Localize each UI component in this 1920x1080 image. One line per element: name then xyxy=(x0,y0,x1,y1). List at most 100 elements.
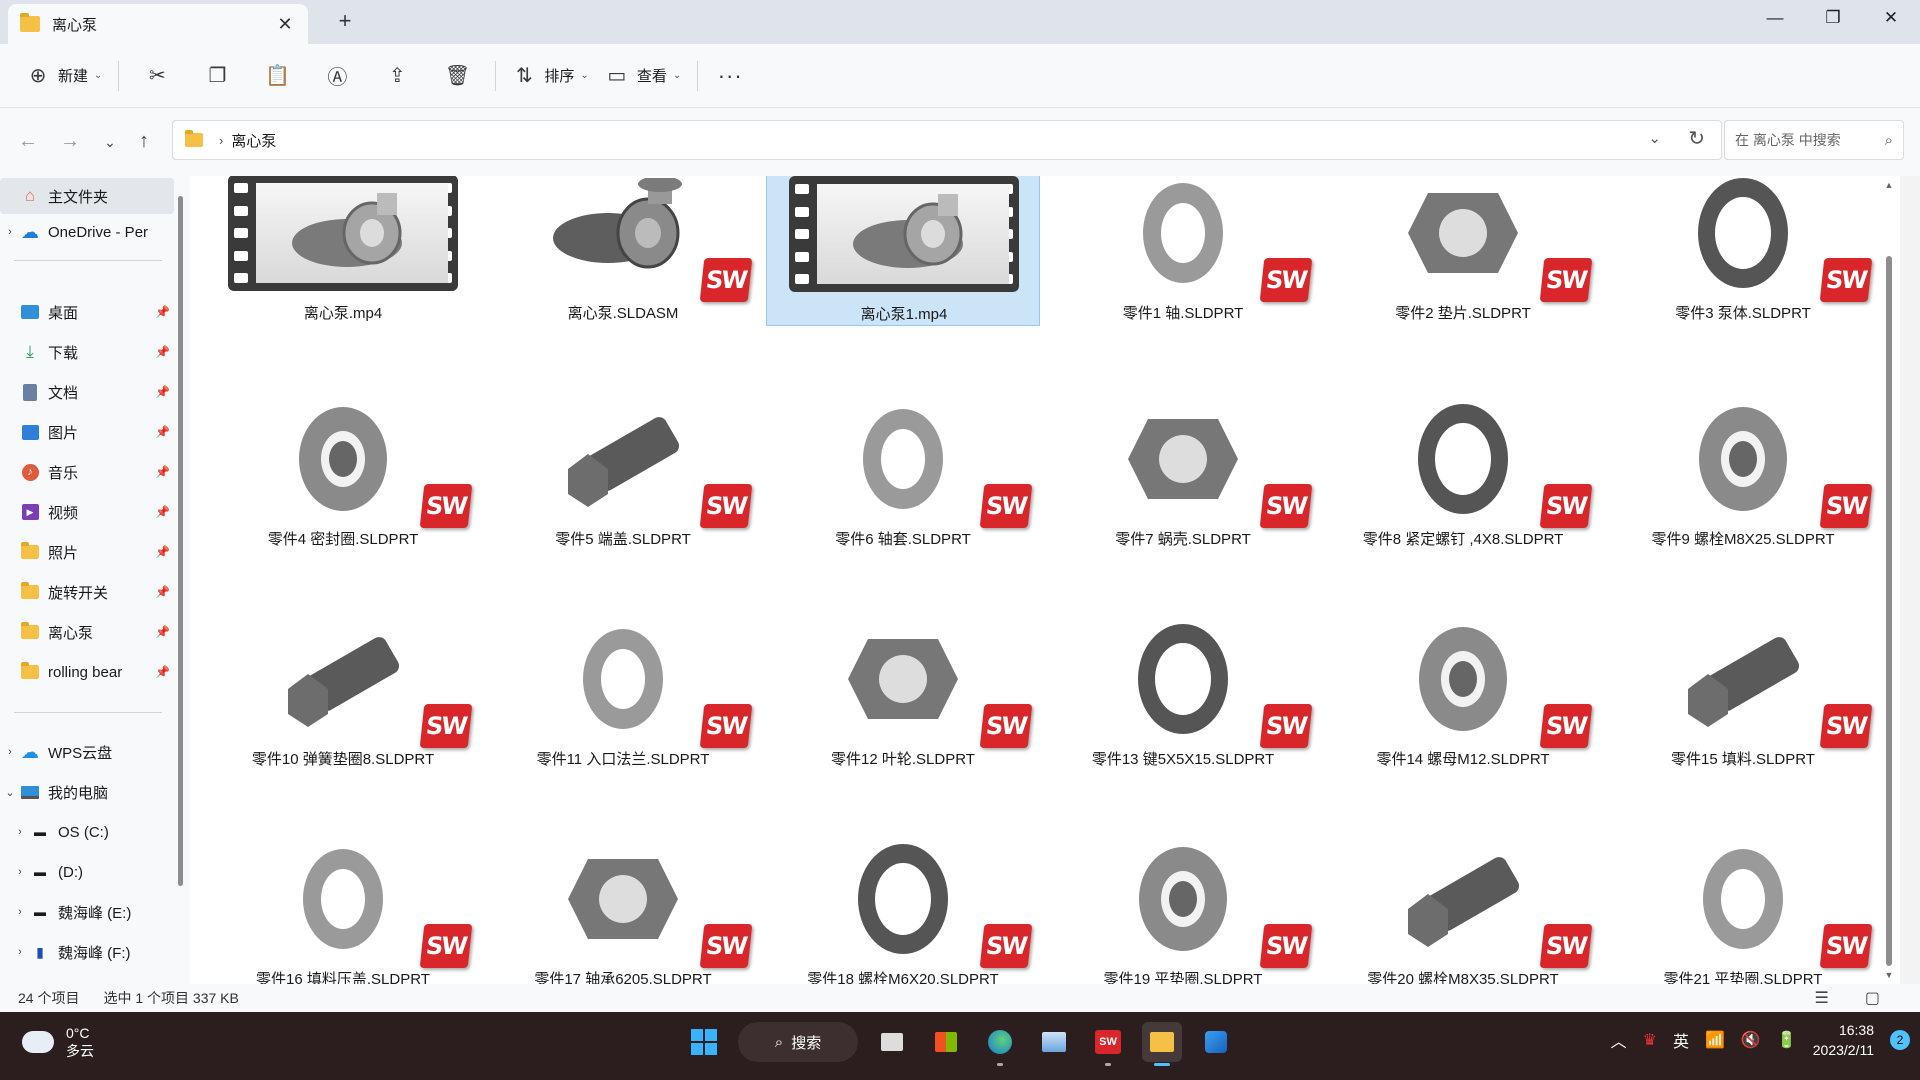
refresh-icon[interactable]: ↻ xyxy=(1688,126,1705,151)
scroll-down-arrow-icon[interactable]: ▼ xyxy=(1882,970,1896,980)
ime-indicator[interactable]: 英 xyxy=(1673,1028,1689,1052)
pin-icon[interactable]: 📌 xyxy=(155,385,170,399)
collapse-chevron-icon[interactable]: ⌄ xyxy=(0,786,20,799)
show-hidden-icons-chevron-icon[interactable]: ︿ xyxy=(1611,1028,1627,1052)
file-item[interactable]: SW 零件10 弹簧垫圈8.SLDPRT xyxy=(206,614,480,772)
sidebar-item-photos[interactable]: 照片 📌 xyxy=(0,534,174,570)
task-view-button[interactable] xyxy=(872,1022,912,1062)
expand-chevron-icon[interactable]: › xyxy=(10,906,30,918)
pin-icon[interactable]: 📌 xyxy=(155,545,170,559)
solidworks-button[interactable]: SW xyxy=(1088,1022,1128,1066)
file-item[interactable]: SW 零件17 轴承6205.SLDPRT xyxy=(486,834,760,984)
sidebar-item-videos[interactable]: ▶ 视频 📌 xyxy=(0,494,174,530)
sidebar-item-rolling-bearing[interactable]: rolling bear 📌 xyxy=(0,654,174,690)
file-item[interactable]: SW 零件19 平垫圈.SLDPRT xyxy=(1046,834,1320,984)
copy-button[interactable]: ❐ xyxy=(187,56,247,96)
file-item[interactable]: SW 零件7 蜗壳.SLDPRT xyxy=(1046,394,1320,552)
file-item[interactable]: SW 零件1 轴.SLDPRT xyxy=(1046,176,1320,326)
notification-badge[interactable]: 2 xyxy=(1890,1030,1910,1050)
file-item[interactable]: SW 零件21 平垫圈.SLDPRT xyxy=(1606,834,1880,984)
expand-chevron-icon[interactable]: › xyxy=(0,746,20,758)
search-box[interactable]: ⌕ xyxy=(1724,120,1904,160)
taskbar-search-button[interactable]: ⌕ 搜索 xyxy=(738,1022,858,1062)
app-tray-icon[interactable]: ♛ xyxy=(1643,1030,1657,1050)
scroll-thumb[interactable] xyxy=(1886,256,1892,966)
sidebar-item-wps-cloud[interactable]: › ☁ WPS云盘 xyxy=(0,734,174,770)
sidebar-scrollbar[interactable] xyxy=(178,196,183,886)
breadcrumb-current[interactable]: 离心泵 xyxy=(231,130,276,151)
content-scrollbar[interactable]: ▲ ▼ xyxy=(1882,176,1896,984)
scroll-up-arrow-icon[interactable]: ▲ xyxy=(1882,180,1896,190)
recent-locations-icon[interactable]: ⌄ xyxy=(96,134,124,151)
file-item[interactable]: SW 零件18 螺栓M6X20.SLDPRT xyxy=(766,834,1040,984)
file-item[interactable]: SW 零件9 螺栓M8X25.SLDPRT xyxy=(1606,394,1880,552)
expand-chevron-icon[interactable]: › xyxy=(10,946,30,958)
edge-button[interactable] xyxy=(980,1022,1020,1066)
sidebar-item-drive-e[interactable]: › ▬ 魏海峰 (E:) xyxy=(0,894,174,930)
close-tab-icon[interactable]: ✕ xyxy=(274,14,296,35)
pin-icon[interactable]: 📌 xyxy=(155,305,170,319)
pin-icon[interactable]: 📌 xyxy=(155,505,170,519)
file-item[interactable]: SW 零件16 填料压盖.SLDPRT xyxy=(206,834,480,984)
view-button[interactable]: ▭ 查看 ⌄ xyxy=(597,56,689,96)
weather-widget[interactable]: 0°C 多云 xyxy=(18,1024,94,1060)
file-item[interactable]: SW 零件3 泵体.SLDPRT xyxy=(1606,176,1880,326)
search-icon[interactable]: ⌕ xyxy=(1885,132,1893,149)
file-item[interactable]: SW 零件2 垫片.SLDPRT xyxy=(1326,176,1600,326)
new-button[interactable]: ⊕ 新建 ⌄ xyxy=(18,56,110,96)
sort-button[interactable]: ⇅ 排序 ⌄ xyxy=(504,56,596,96)
file-item[interactable]: SW 零件20 螺栓M8X35.SLDPRT xyxy=(1326,834,1600,984)
file-item[interactable]: SW 零件11 入口法兰.SLDPRT xyxy=(486,614,760,772)
file-explorer-button[interactable] xyxy=(1142,1022,1182,1066)
wifi-icon[interactable]: 📶 xyxy=(1705,1030,1725,1050)
file-item[interactable]: 离心泵.mp4 xyxy=(206,176,480,326)
sidebar-item-drive-d[interactable]: › ▬ (D:) xyxy=(0,854,174,890)
sidebar-item-desktop[interactable]: 桌面 📌 xyxy=(0,294,174,330)
file-item[interactable]: SW 离心泵.SLDASM xyxy=(486,176,760,326)
volume-muted-icon[interactable]: 🔇 xyxy=(1741,1030,1761,1050)
sidebar-item-rotary-switch[interactable]: 旋转开关 📌 xyxy=(0,574,174,610)
up-arrow-icon[interactable]: ↑ xyxy=(130,130,158,153)
file-item[interactable]: SW 零件12 叶轮.SLDPRT xyxy=(766,614,1040,772)
pin-icon[interactable]: 📌 xyxy=(155,625,170,639)
pin-icon[interactable]: 📌 xyxy=(155,465,170,479)
sidebar-item-music[interactable]: ♪ 音乐 📌 xyxy=(0,454,174,490)
expand-chevron-icon[interactable]: › xyxy=(10,826,30,838)
file-item[interactable]: SW 零件8 紧定螺钉 ,4X8.SLDPRT xyxy=(1326,394,1600,552)
file-item[interactable]: SW 零件15 填料.SLDPRT xyxy=(1606,614,1880,772)
restore-button[interactable]: ❐ xyxy=(1804,0,1862,36)
share-button[interactable]: ⇪ xyxy=(367,56,427,96)
sidebar-item-centrifugal-pump[interactable]: 离心泵 📌 xyxy=(0,614,174,650)
sidebar-item-home[interactable]: ⌂ 主文件夹 xyxy=(0,178,174,214)
details-view-icon[interactable]: ☰ xyxy=(1815,988,1829,1008)
large-icons-view-icon[interactable]: ▢ xyxy=(1865,988,1880,1008)
file-item[interactable]: SW 零件6 轴套.SLDPRT xyxy=(766,394,1040,552)
sidebar-item-drive-c[interactable]: › ▬ OS (C:) xyxy=(0,814,174,850)
file-item[interactable]: SW 零件13 键5X5X15.SLDPRT xyxy=(1046,614,1320,772)
minimize-button[interactable]: — xyxy=(1746,0,1804,36)
tab-centrifugal-pump[interactable]: 离心泵 ✕ xyxy=(8,4,308,44)
close-window-button[interactable]: ✕ xyxy=(1862,0,1920,36)
image-app-button[interactable] xyxy=(1196,1022,1236,1062)
pin-icon[interactable]: 📌 xyxy=(155,665,170,679)
rename-button[interactable]: Ⓐ xyxy=(307,56,367,96)
paste-button[interactable]: 📋 xyxy=(247,56,307,96)
battery-icon[interactable]: 🔋 xyxy=(1777,1030,1797,1050)
file-item[interactable]: 离心泵1.mp4 xyxy=(766,176,1040,326)
pin-icon[interactable]: 📌 xyxy=(155,585,170,599)
address-history-chevron-icon[interactable]: ⌄ xyxy=(1648,129,1661,147)
expand-chevron-icon[interactable]: › xyxy=(10,866,30,878)
file-item[interactable]: SW 零件4 密封圈.SLDPRT xyxy=(206,394,480,552)
back-arrow-icon[interactable]: ← xyxy=(14,130,42,153)
sidebar-item-downloads[interactable]: ⤓ 下载 📌 xyxy=(0,334,174,370)
sidebar-item-drive-f[interactable]: › ▮ 魏海峰 (F:) xyxy=(0,934,174,970)
cut-button[interactable]: ✂ xyxy=(127,56,187,96)
start-button[interactable] xyxy=(684,1022,724,1062)
forward-arrow-icon[interactable]: → xyxy=(56,130,84,153)
search-input[interactable] xyxy=(1735,132,1885,148)
expand-chevron-icon[interactable]: › xyxy=(0,226,20,238)
file-item[interactable]: SW 零件5 端盖.SLDPRT xyxy=(486,394,760,552)
address-bar[interactable]: › 离心泵 ⌄ ↻ xyxy=(172,120,1722,160)
store-button[interactable] xyxy=(926,1022,966,1062)
pin-icon[interactable]: 📌 xyxy=(155,345,170,359)
